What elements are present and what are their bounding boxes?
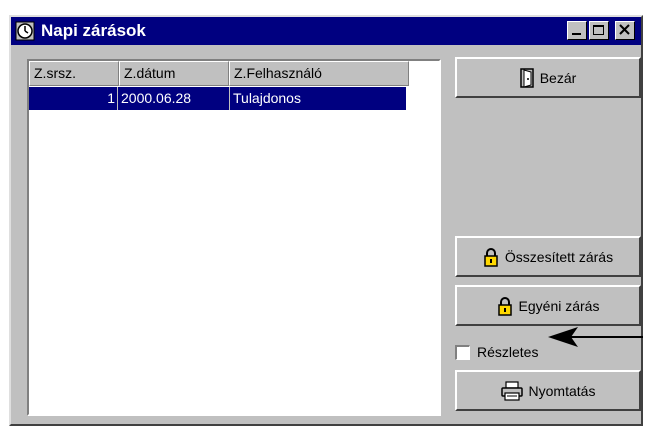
detailed-label[interactable]: Részletes — [477, 343, 538, 361]
column-header-srsz[interactable]: Z.srsz. — [29, 61, 119, 86]
print-label: Nyomtatás — [528, 382, 596, 399]
column-header-datum[interactable]: Z.dátum — [119, 61, 229, 86]
print-button[interactable]: Nyomtatás — [455, 370, 641, 411]
close-window-button[interactable] — [615, 21, 635, 40]
door-icon — [519, 67, 534, 88]
minimize-icon — [572, 33, 581, 35]
column-header-felhasznalo[interactable]: Z.Felhasználó — [229, 61, 409, 86]
closures-list[interactable]: Z.srsz. Z.dátum Z.Felhasználó 1 2000.06.… — [27, 59, 441, 416]
clock-icon[interactable] — [15, 21, 35, 41]
window-title: Napi zárások — [41, 21, 146, 40]
table-row[interactable]: 1 2000.06.28 Tulajdonos — [29, 87, 406, 110]
individual-close-button[interactable]: Egyéni zárás — [455, 285, 641, 326]
summary-close-button[interactable]: Összesített zárás — [455, 236, 641, 277]
column-divider — [229, 87, 230, 110]
cell-datum: 2000.06.28 — [121, 90, 192, 106]
cell-felhasznalo: Tulajdonos — [233, 90, 301, 106]
detailed-checkbox[interactable] — [455, 345, 470, 360]
close-button-label: Bezár — [539, 69, 577, 86]
padlock-icon — [484, 247, 498, 267]
arrow-left-icon — [548, 327, 643, 347]
column-divider — [117, 87, 118, 110]
close-icon — [619, 24, 630, 35]
minimize-button[interactable] — [567, 21, 587, 40]
printer-icon — [500, 380, 523, 401]
padlock-icon — [497, 296, 512, 316]
close-button[interactable]: Bezár — [455, 57, 641, 98]
cell-srsz: 1 — [107, 90, 115, 106]
maximize-icon — [593, 25, 604, 35]
title-bar[interactable]: Napi zárások — [11, 17, 641, 45]
maximize-button[interactable] — [589, 21, 609, 40]
summary-close-label: Összesített zárás — [504, 248, 614, 265]
individual-close-label: Egyéni zárás — [518, 297, 600, 314]
napi-zarasok-window: Napi zárások Z.srsz. Z.dátum Z.Felhaszná… — [9, 15, 643, 426]
